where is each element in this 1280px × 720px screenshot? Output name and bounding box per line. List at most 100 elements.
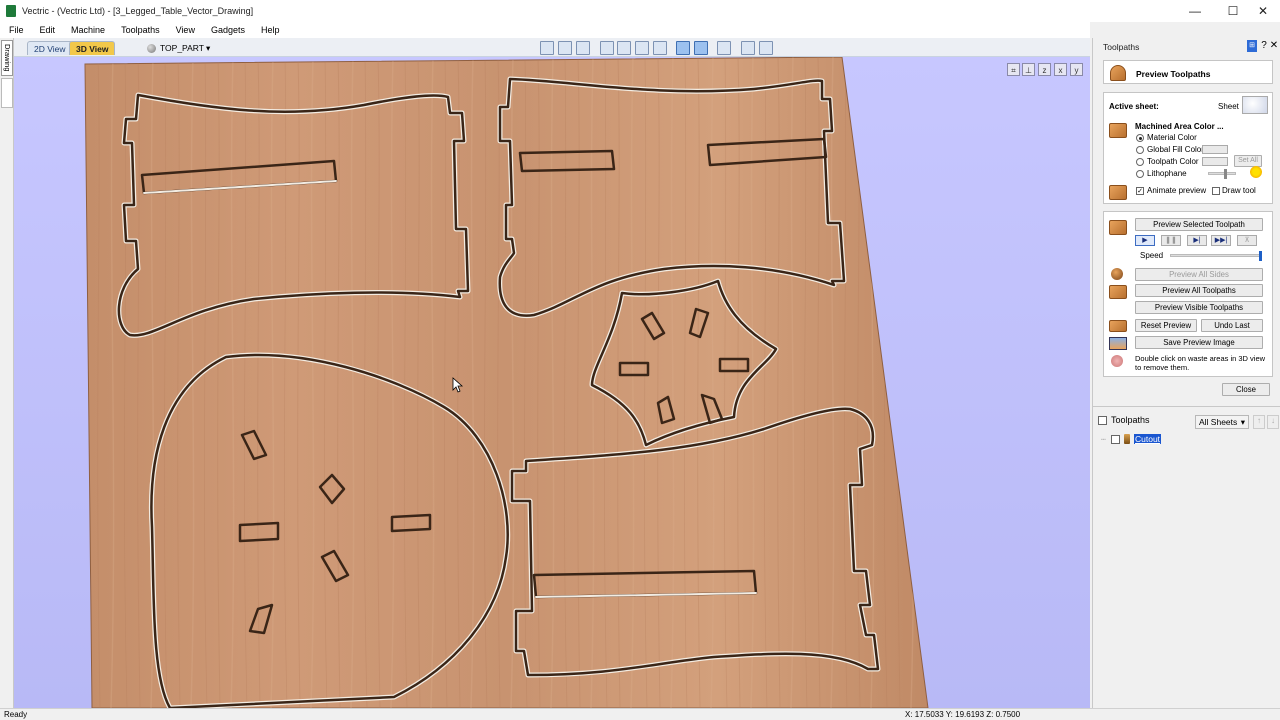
zoom-box-icon[interactable] [558, 41, 572, 55]
layout-v-icon[interactable] [759, 41, 773, 55]
zoom-out-icon[interactable] [653, 41, 667, 55]
preview-all-sides-button[interactable]: Preview All Sides [1135, 268, 1263, 281]
reset-preview-button[interactable]: Reset Preview [1135, 319, 1197, 332]
layout-h-icon[interactable] [741, 41, 755, 55]
view-iso-icon[interactable]: ⌗ [1007, 63, 1020, 76]
3d-preview-scene [84, 57, 929, 708]
toolpaths-list-header: Toolpaths All Sheets ▾ ↑ ↓ [1097, 412, 1279, 430]
radio-material-color[interactable] [1136, 134, 1144, 142]
preview-selected-icon [1109, 220, 1127, 235]
minimize-button[interactable]: — [1178, 0, 1212, 22]
panel-close-icon[interactable]: ✕ [1269, 40, 1279, 52]
sheet-filter-value: All Sheets [1199, 417, 1238, 427]
pin-icon[interactable]: ⊞ [1247, 40, 1257, 52]
active-sheet-label: Active sheet: [1109, 102, 1159, 111]
playback-controls: ▶ ❚❚ ▶| ▶▶| ⊼ [1135, 235, 1265, 247]
preview-visible-toolpaths-button[interactable]: Preview Visible Toolpaths [1135, 301, 1263, 314]
left-panel-tab-2[interactable] [1, 78, 13, 108]
zoom-extents-icon[interactable] [540, 41, 554, 55]
skip-to-end-icon[interactable]: ▶▶| [1211, 235, 1231, 246]
set-all-button[interactable]: Set All [1234, 155, 1262, 167]
toolpath-color-dropdown[interactable] [1202, 157, 1228, 166]
animate-preview-label: Animate preview [1147, 186, 1207, 195]
snap-icon[interactable] [676, 41, 690, 55]
close-window-button[interactable]: ✕ [1246, 0, 1280, 22]
sheet-icon [147, 43, 156, 53]
toolpath-tool-icon [1124, 434, 1130, 444]
view-mode-icon[interactable] [694, 41, 708, 55]
option-toolpath-color: Toolpath Color [1147, 157, 1199, 166]
maximize-button[interactable]: ☐ [1216, 0, 1250, 22]
tab-2d-view[interactable]: 2D View [27, 41, 73, 55]
animate-preview-icon [1109, 185, 1127, 200]
drawing-tab[interactable]: Drawing [1, 40, 13, 76]
machined-area-icon [1109, 123, 1127, 138]
grid-icon[interactable] [576, 41, 590, 55]
zoom-fit-icon[interactable] [635, 41, 649, 55]
menu-file[interactable]: File [0, 25, 31, 35]
sheet-selector[interactable]: TOP_PART ▾ [147, 41, 210, 55]
preview-all-toolpaths-button[interactable]: Preview All Toolpaths [1135, 284, 1263, 297]
animate-preview-checkbox[interactable]: ✓ [1136, 187, 1144, 195]
menu-help[interactable]: Help [252, 25, 287, 35]
chevron-down-icon: ▾ [205, 43, 211, 53]
view-y-icon[interactable]: y [1070, 63, 1083, 76]
speed-slider[interactable] [1170, 251, 1262, 261]
palette-icon[interactable] [1242, 96, 1268, 114]
toolpaths-panel: Toolpaths ⊞ ? ✕ Preview Toolpaths Active… [1092, 38, 1280, 708]
toolpath-item[interactable]: ┄ Cutout [1101, 433, 1162, 445]
move-up-icon[interactable]: ↑ [1253, 415, 1265, 429]
global-fill-color-dropdown[interactable] [1202, 145, 1228, 154]
sheet-label: Sheet [1218, 102, 1239, 111]
view-x-icon[interactable]: x [1054, 63, 1067, 76]
menu-view[interactable]: View [167, 25, 202, 35]
tab-3d-view[interactable]: 3D View [69, 41, 116, 55]
panel-help-icon[interactable]: ? [1259, 40, 1269, 52]
stop-icon[interactable]: ⊼ [1237, 235, 1257, 246]
preview-selected-toolpath-button[interactable]: Preview Selected Toolpath [1135, 218, 1263, 231]
view-axes-icon[interactable]: ⊥ [1022, 63, 1035, 76]
zoom-in-icon[interactable] [617, 41, 631, 55]
toolpath-item-name[interactable]: Cutout [1134, 434, 1162, 444]
draw-tool-label: Draw tool [1222, 186, 1256, 195]
draw-tool-checkbox[interactable] [1212, 187, 1220, 195]
radio-toolpath-color[interactable] [1136, 158, 1144, 166]
machined-area-label: Machined Area Color ... [1135, 122, 1224, 131]
preview-all-icon [1109, 285, 1127, 299]
preview-toolpaths-header: Preview Toolpaths [1103, 60, 1273, 84]
wood-grain [85, 57, 928, 708]
close-button[interactable]: Close [1222, 383, 1270, 396]
pan-icon[interactable] [600, 41, 614, 55]
speed-label: Speed [1140, 251, 1164, 260]
menu-machine[interactable]: Machine [62, 25, 112, 35]
radio-global-fill-color[interactable] [1136, 146, 1144, 154]
lighting-icon[interactable] [717, 41, 731, 55]
sheet-filter-select[interactable]: All Sheets ▾ [1195, 415, 1249, 429]
step-forward-icon[interactable]: ▶| [1187, 235, 1207, 246]
move-down-icon[interactable]: ↓ [1267, 415, 1279, 429]
radio-lithophane[interactable] [1136, 170, 1144, 178]
play-icon[interactable]: ▶ [1135, 235, 1155, 246]
undo-last-button[interactable]: Undo Last [1201, 319, 1263, 332]
3d-view-canvas[interactable]: ⌗ ⊥ z x y [14, 57, 1090, 708]
save-preview-image-button[interactable]: Save Preview Image [1135, 336, 1263, 349]
pause-icon[interactable]: ❚❚ [1161, 235, 1181, 246]
option-material-color: Material Color [1147, 133, 1197, 142]
title-bar: Vectric - (Vectric Ltd) - [3_Legged_Tabl… [0, 0, 1280, 22]
menu-gadgets[interactable]: Gadgets [202, 25, 252, 35]
view-toolbar: 2D View 3D View TOP_PART ▾ [14, 38, 1090, 57]
menu-toolpaths[interactable]: Toolpaths [112, 25, 167, 35]
double-click-hint: Double click on waste areas in 3D view t… [1135, 354, 1266, 372]
menu-edit[interactable]: Edit [31, 25, 63, 35]
cursor-coordinates: X: 17.5033 Y: 19.6193 Z: 0.7500 [905, 710, 1021, 719]
status-text: Ready [4, 710, 28, 719]
menu-bar: File Edit Machine Toolpaths View Gadgets… [0, 22, 1090, 38]
toolpath-visibility-checkbox[interactable] [1111, 434, 1120, 444]
toolpaths-heading: Toolpaths [1111, 415, 1150, 425]
sun-icon[interactable] [1250, 166, 1262, 178]
window-title: Vectric - (Vectric Ltd) - [3_Legged_Tabl… [22, 6, 254, 16]
toolpaths-all-checkbox[interactable] [1098, 416, 1107, 425]
view-z-icon[interactable]: z [1038, 63, 1051, 76]
lithophane-slider[interactable] [1208, 169, 1236, 179]
tree-line-icon: ┄ [1101, 434, 1106, 444]
